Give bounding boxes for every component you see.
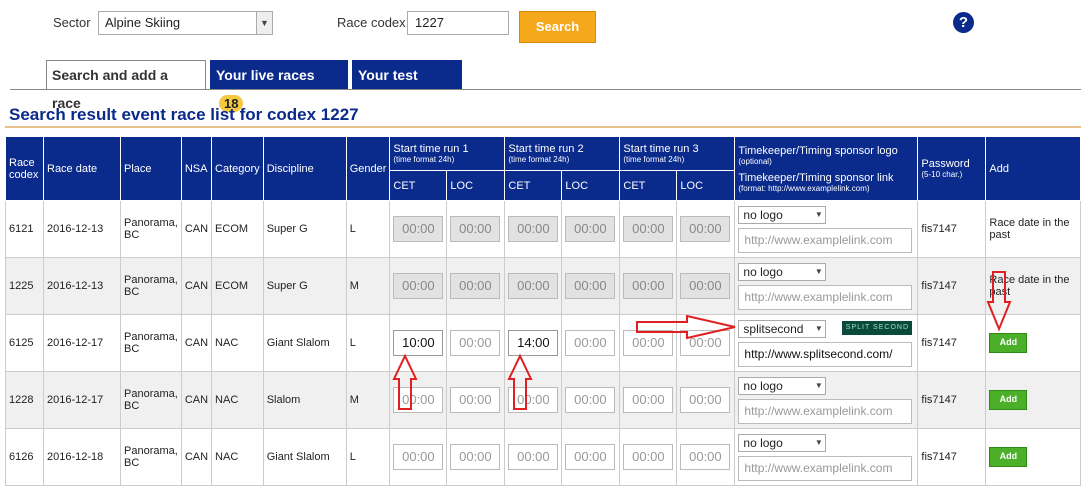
arrow-up-run2 xyxy=(507,353,533,410)
arrow-up-run1 xyxy=(392,353,418,410)
annotation-arrows xyxy=(392,271,1012,410)
arrow-right-logo xyxy=(636,314,736,340)
arrow-down-add xyxy=(986,271,1012,332)
